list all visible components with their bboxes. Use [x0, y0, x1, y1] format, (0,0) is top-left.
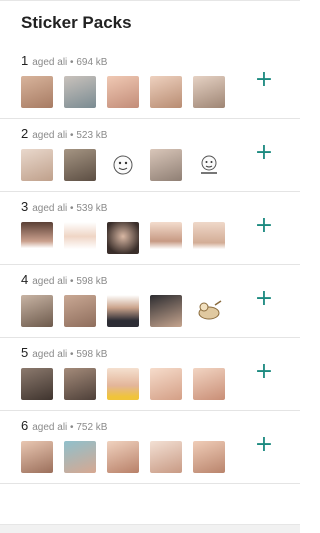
plus-icon: + [254, 286, 274, 311]
sticker-thumbnail [193, 149, 225, 181]
sticker-thumbnail [150, 149, 182, 181]
sticker-thumbnail [107, 368, 139, 400]
pack-header: 3 aged ali • 539 kB [21, 199, 107, 214]
add-pack-button[interactable]: + [254, 432, 274, 457]
pack-header: 2 aged ali • 523 kB [21, 126, 107, 141]
sticker-thumbnail [150, 76, 182, 108]
add-pack-button[interactable]: + [254, 359, 274, 384]
sticker-thumbnail [64, 76, 96, 108]
pack-number: 2 [21, 126, 29, 141]
sticker-thumbnail [64, 441, 96, 473]
plus-icon: + [254, 140, 274, 165]
pack-meta: aged ali • 523 kB [32, 130, 108, 141]
plus-icon: + [254, 213, 274, 238]
cartoon-character-icon [198, 300, 222, 320]
sticker-preview-strip [21, 76, 225, 108]
sticker-thumbnail [193, 441, 225, 473]
sticker-pack-row[interactable]: 4 aged ali • 598 kB + [0, 265, 300, 338]
page-title: Sticker Packs [21, 13, 132, 32]
pack-header: 1 aged ali • 694 kB [21, 53, 107, 68]
sticker-preview-strip [21, 368, 225, 400]
sticker-thumbnail [64, 295, 96, 327]
sticker-pack-row[interactable]: 3 aged ali • 539 kB + [0, 192, 300, 265]
pack-number: 6 [21, 418, 29, 433]
plus-icon: + [254, 432, 274, 457]
cartoon-face-icon [113, 155, 133, 175]
pack-header: 6 aged ali • 752 kB [21, 418, 107, 433]
plus-icon: + [254, 67, 274, 92]
sticker-pack-row[interactable]: 5 aged ali • 598 kB + [0, 338, 300, 411]
sticker-thumbnail [193, 76, 225, 108]
sticker-preview-strip [21, 295, 225, 327]
sticker-preview-strip [21, 149, 225, 181]
add-pack-button[interactable]: + [254, 67, 274, 92]
sticker-pack-row[interactable]: 2 aged ali • 523 kB + [0, 119, 300, 192]
bottom-bar [0, 524, 300, 533]
cartoon-face-icon [201, 155, 217, 174]
sticker-thumbnail [21, 295, 53, 327]
sticker-thumbnail [150, 368, 182, 400]
sticker-thumbnail [64, 222, 96, 254]
pack-meta: aged ali • 598 kB [32, 276, 108, 287]
sticker-thumbnail [21, 149, 53, 181]
sticker-thumbnail [21, 368, 53, 400]
sticker-thumbnail [107, 149, 139, 181]
pack-meta: aged ali • 694 kB [32, 57, 108, 68]
sticker-thumbnail [107, 441, 139, 473]
sticker-pack-row[interactable]: 6 aged ali • 752 kB + [0, 411, 300, 484]
plus-icon: + [254, 359, 274, 384]
sticker-thumbnail [21, 222, 53, 254]
sticker-thumbnail [21, 76, 53, 108]
pack-meta: aged ali • 539 kB [32, 203, 108, 214]
pack-number: 5 [21, 345, 29, 360]
sticker-thumbnail [193, 295, 225, 327]
sticker-pack-row[interactable]: 1 aged ali • 694 kB + [0, 46, 300, 119]
sticker-thumbnail [64, 368, 96, 400]
sticker-thumbnail [64, 149, 96, 181]
pack-header: 4 aged ali • 598 kB [21, 272, 107, 287]
add-pack-button[interactable]: + [254, 213, 274, 238]
pack-header: 5 aged ali • 598 kB [21, 345, 107, 360]
add-pack-button[interactable]: + [254, 286, 274, 311]
pack-number: 3 [21, 199, 29, 214]
pack-meta: aged ali • 752 kB [32, 422, 108, 433]
sticker-thumbnail [150, 222, 182, 254]
sticker-thumbnail [150, 441, 182, 473]
sticker-thumbnail [193, 222, 225, 254]
sticker-thumbnail [107, 222, 139, 254]
sticker-thumbnail [193, 368, 225, 400]
sticker-thumbnail [107, 295, 139, 327]
sticker-pack-list: 1 aged ali • 694 kB + 2 aged ali • 523 k… [0, 46, 300, 484]
sticker-preview-strip [21, 222, 225, 254]
top-divider [0, 0, 300, 1]
sticker-thumbnail [107, 76, 139, 108]
pack-number: 4 [21, 272, 29, 287]
sticker-preview-strip [21, 441, 225, 473]
pack-meta: aged ali • 598 kB [32, 349, 108, 360]
sticker-thumbnail [150, 295, 182, 327]
sticker-thumbnail [21, 441, 53, 473]
pack-number: 1 [21, 53, 29, 68]
add-pack-button[interactable]: + [254, 140, 274, 165]
